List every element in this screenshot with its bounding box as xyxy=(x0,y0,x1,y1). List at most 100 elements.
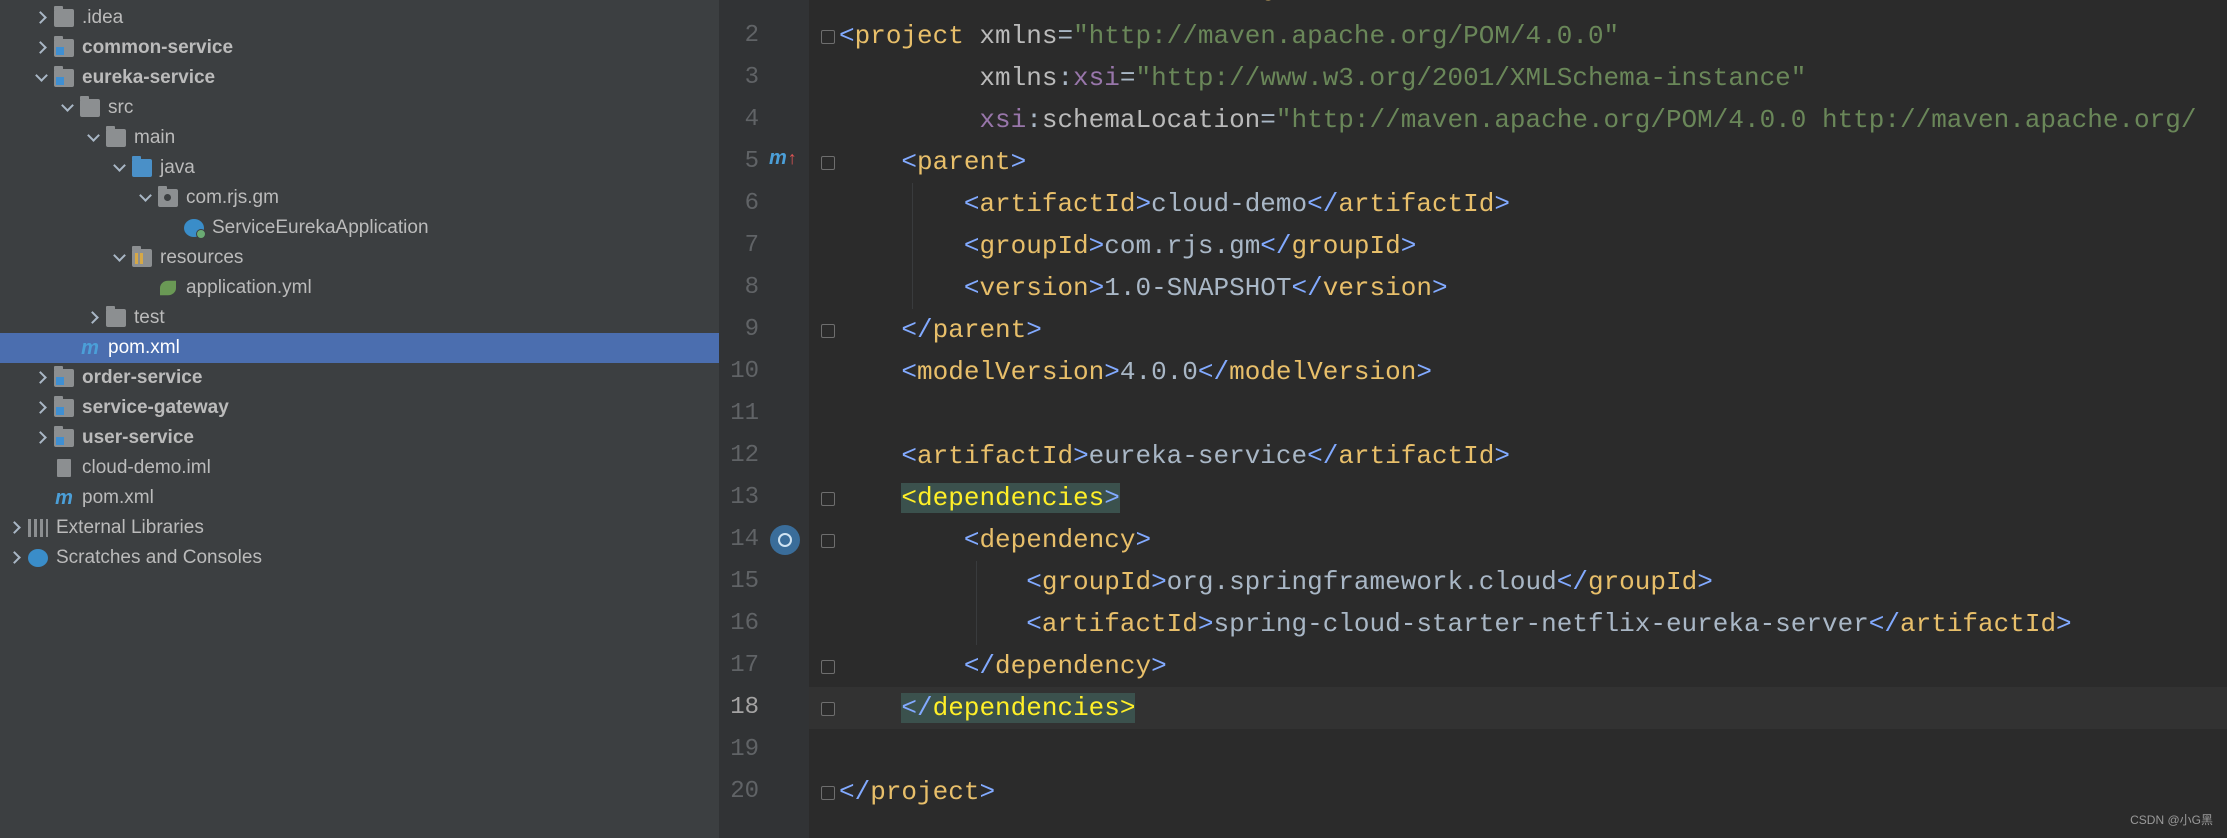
tree-item[interactable]: eureka-service xyxy=(0,63,719,93)
tree-item[interactable]: java xyxy=(0,153,719,183)
chevron-down-icon[interactable] xyxy=(138,183,152,213)
code-token: < xyxy=(901,357,918,387)
fold-marker-icon[interactable] xyxy=(821,702,835,716)
tree-item-label: service-gateway xyxy=(82,397,229,418)
code-token: > xyxy=(979,777,996,807)
tree-item-label: resources xyxy=(160,247,244,268)
folder-icon xyxy=(54,6,74,27)
tree-item-label: order-service xyxy=(82,367,203,388)
chevron-right-icon[interactable] xyxy=(34,393,48,423)
tree-item[interactable]: application.yml xyxy=(0,273,719,303)
code-token: > xyxy=(1400,231,1417,261)
chevron-down-icon[interactable] xyxy=(86,123,100,153)
folder-icon xyxy=(80,96,100,117)
code-token: < xyxy=(839,21,855,51)
code-line: <project xmlns="http://maven.apache.org/… xyxy=(839,15,1619,57)
tree-item[interactable]: m pom.xml xyxy=(0,333,719,363)
chevron-right-icon[interactable] xyxy=(34,3,48,33)
fold-marker-icon[interactable] xyxy=(821,324,835,338)
chevron-right-icon[interactable] xyxy=(34,33,48,63)
tree-item[interactable]: Scratches and Consoles xyxy=(0,543,719,573)
code-line: xmlns:xsi="http://www.w3.org/2001/XMLSch… xyxy=(839,57,1806,99)
code-token: artifactId xyxy=(917,441,1074,471)
line-number: 2 xyxy=(744,22,759,49)
tree-item[interactable]: cloud-demo.iml xyxy=(0,453,719,483)
code-token: xmlns xyxy=(963,21,1058,51)
tree-item[interactable]: src xyxy=(0,93,719,123)
fold-marker-icon[interactable] xyxy=(821,660,835,674)
tree-item-label: test xyxy=(134,307,165,328)
chevron-down-icon[interactable] xyxy=(60,93,74,123)
code-token: = xyxy=(1119,63,1136,93)
code-token: dependency xyxy=(979,525,1136,555)
dependency-gutter-icon[interactable] xyxy=(770,525,800,555)
tree-item[interactable]: External Libraries xyxy=(0,513,719,543)
code-line: </dependencies> xyxy=(839,687,1136,729)
line-number: 6 xyxy=(744,190,759,217)
code-token: : xyxy=(1026,105,1042,135)
code-token: eureka-service xyxy=(1088,441,1308,471)
project-tree-panel: .idea common-service eureka-service src main… xyxy=(0,0,719,838)
code-token: </ xyxy=(963,651,996,681)
code-token: </ xyxy=(1291,273,1323,303)
line-number: 10 xyxy=(730,358,759,385)
code-token: > xyxy=(2056,609,2072,639)
code-token: < xyxy=(963,525,980,555)
fold-marker-icon[interactable] xyxy=(821,30,835,44)
code-editor[interactable]: 2 3 4 5 6 7 8 9 10 11 12 13 14 15 16 17 18 19 20 <?xml ver… xyxy=(719,0,2227,838)
tree-item-label: eureka-service xyxy=(82,67,216,88)
tree-item[interactable]: .idea xyxy=(0,3,719,33)
code-token: > xyxy=(1151,567,1167,597)
maven-file-icon: m xyxy=(55,487,73,509)
code-token: > xyxy=(1088,231,1105,261)
tree-item-label: common-service xyxy=(82,37,234,58)
code-token: </ xyxy=(901,315,933,345)
tree-item[interactable]: test xyxy=(0,303,719,333)
tree-item[interactable]: user-service xyxy=(0,423,719,453)
line-number: 9 xyxy=(744,316,759,343)
tree-item[interactable]: m pom.xml xyxy=(0,483,719,513)
tree-item-label: application.yml xyxy=(186,277,312,298)
chevron-down-icon[interactable] xyxy=(112,243,126,273)
module-folder-icon xyxy=(54,366,74,387)
tree-item[interactable]: resources xyxy=(0,243,719,273)
spring-class-icon xyxy=(184,219,206,239)
code-token: < xyxy=(963,273,980,303)
tree-item[interactable]: ServiceEurekaApplication xyxy=(0,213,719,243)
code-token: < xyxy=(963,231,980,261)
code-token: xsi xyxy=(839,105,1027,135)
line-number: 16 xyxy=(730,610,759,637)
line-number: 7 xyxy=(744,232,759,259)
code-line: <groupId>com.rjs.gm</groupId> xyxy=(839,225,1417,267)
chevron-right-icon[interactable] xyxy=(34,423,48,453)
fold-marker-icon[interactable] xyxy=(821,156,835,170)
tree-item-label: pom.xml xyxy=(82,487,154,508)
fold-marker-icon[interactable] xyxy=(821,492,835,506)
chevron-right-icon[interactable] xyxy=(86,303,100,333)
code-token: > xyxy=(1135,525,1152,555)
code-line: <artifactId>cloud-demo</artifactId> xyxy=(839,183,1510,225)
tree-item[interactable]: main xyxy=(0,123,719,153)
code-line: <parent> xyxy=(839,141,1026,183)
tree-item[interactable]: common-service xyxy=(0,33,719,63)
tree-item[interactable]: service-gateway xyxy=(0,393,719,423)
tree-item[interactable]: com.rjs.gm xyxy=(0,183,719,213)
tree-item-label: main xyxy=(134,127,176,148)
fold-marker-icon[interactable] xyxy=(821,534,835,548)
chevron-right-icon[interactable] xyxy=(8,543,22,573)
tree-item[interactable]: order-service xyxy=(0,363,719,393)
chevron-down-icon[interactable] xyxy=(112,153,126,183)
scratches-icon xyxy=(28,549,48,567)
chevron-down-icon[interactable] xyxy=(34,63,48,93)
chevron-right-icon[interactable] xyxy=(8,513,22,543)
chevron-right-icon[interactable] xyxy=(34,363,48,393)
code-line: <modelVersion>4.0.0</modelVersion> xyxy=(839,351,1432,393)
fold-marker-icon[interactable] xyxy=(821,786,835,800)
maven-parent-icon[interactable]: m xyxy=(769,147,795,173)
code-token: groupId xyxy=(1587,567,1698,597)
module-folder-icon xyxy=(54,426,74,447)
